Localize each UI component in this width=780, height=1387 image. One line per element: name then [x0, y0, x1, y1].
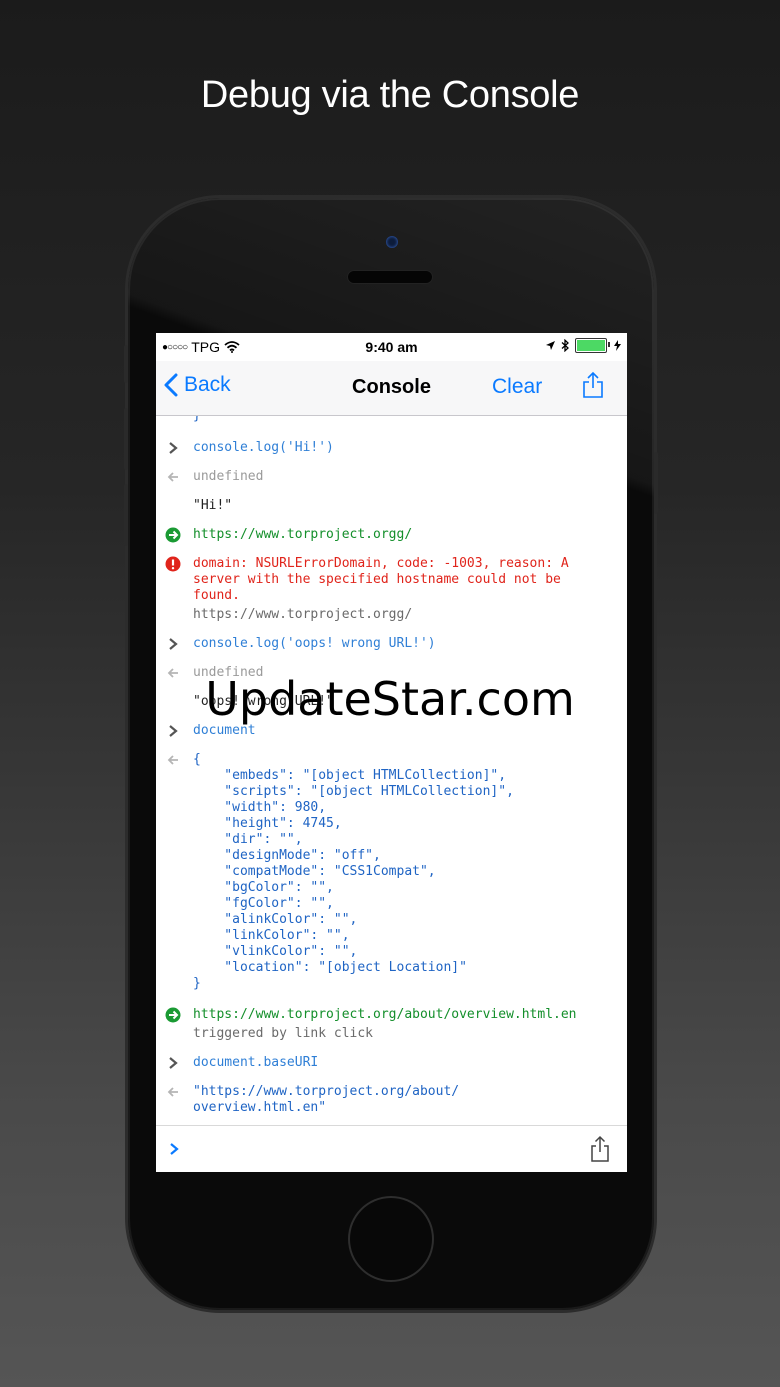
home-button[interactable] — [350, 1198, 432, 1280]
mute-switch — [124, 345, 128, 383]
screen: ●○○○○ TPG 9:40 am Back Console Clear con… — [156, 333, 627, 1172]
battery-icon — [575, 338, 610, 353]
result-arrow-icon — [167, 1087, 178, 1097]
prompt-chevron-icon — [170, 1143, 179, 1155]
clear-button[interactable]: Clear — [492, 375, 542, 399]
error-icon — [165, 556, 181, 572]
result-arrow-icon — [167, 472, 178, 482]
volume-down-button — [124, 484, 128, 546]
log-navigation: https://www.torproject.orgg/ — [193, 527, 413, 542]
console-log[interactable]: } console.log('Hi!') undefined "Hi!" htt… — [156, 416, 627, 1124]
log-navigation: https://www.torproject.org/about/overvie… — [193, 1007, 577, 1022]
console-input-bar[interactable] — [156, 1125, 627, 1172]
log-result: undefined — [193, 469, 264, 484]
share-button[interactable] — [582, 371, 604, 404]
charging-bolt-icon — [614, 340, 621, 351]
volume-up-button — [124, 408, 128, 470]
front-camera — [386, 236, 398, 248]
bluetooth-icon — [561, 339, 569, 352]
headline: Debug via the Console — [200, 74, 580, 116]
input-chevron-icon — [169, 1057, 178, 1069]
log-error-url: https://www.torproject.orgg/ — [193, 607, 413, 622]
log-error: domain: NSURLErrorDomain, code: -1003, r… — [193, 556, 569, 603]
navigation-arrow-icon — [165, 1007, 181, 1023]
result-arrow-icon — [167, 755, 178, 765]
log-output: "Hi!" — [193, 498, 233, 513]
watermark: UpdateStar.com — [205, 672, 575, 726]
status-bar: ●○○○○ TPG 9:40 am — [156, 333, 627, 361]
share-log-button[interactable] — [590, 1135, 610, 1168]
log-result: "https://www.torproject.org/about/ overv… — [193, 1084, 460, 1115]
log-navigation-note: triggered by link click — [193, 1026, 374, 1041]
page-title: Console — [352, 376, 431, 398]
earpiece-speaker — [348, 271, 432, 283]
log-input: console.log('oops! wrong URL!') — [193, 636, 436, 651]
log-input: document.baseURI — [193, 1055, 319, 1070]
location-arrow-icon — [546, 341, 555, 350]
input-chevron-icon — [169, 638, 178, 650]
log-input: console.log('Hi!') — [193, 440, 334, 455]
input-chevron-icon — [169, 442, 178, 454]
log-object-result: { "embeds": "[object HTMLCollection]", "… — [193, 752, 514, 991]
navigation-bar: Back Console Clear — [156, 361, 627, 416]
power-button — [654, 452, 658, 514]
navigation-arrow-icon — [165, 527, 181, 543]
log-output: } — [193, 416, 201, 424]
share-icon — [583, 371, 603, 398]
share-icon — [591, 1135, 609, 1162]
